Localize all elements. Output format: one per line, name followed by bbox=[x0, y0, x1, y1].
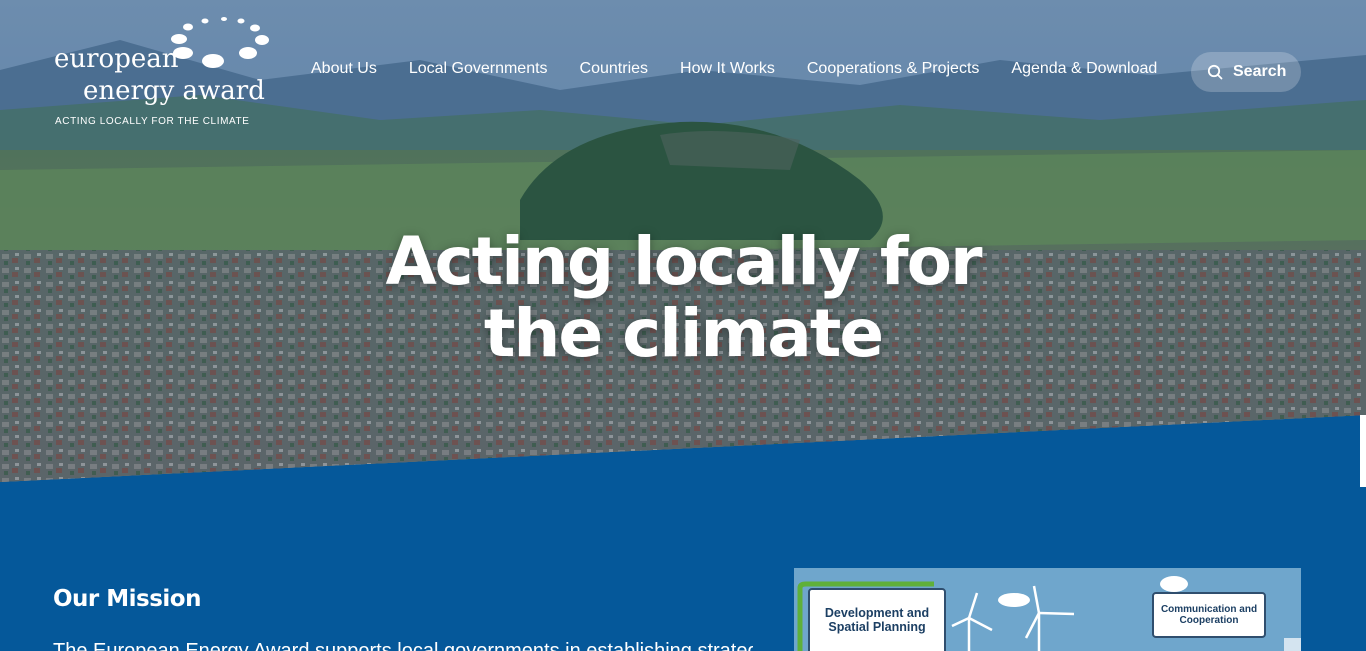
hero-title: Acting locally for the climate bbox=[333, 226, 1033, 370]
site-logo[interactable]: european energy award ACTING LOCALLY FOR… bbox=[53, 14, 283, 134]
search-icon bbox=[1207, 64, 1223, 80]
mission-infographic: Development and Spatial Planning Communi… bbox=[794, 568, 1301, 651]
search-label: Search bbox=[1233, 63, 1287, 80]
nav-item-local-governments[interactable]: Local Governments bbox=[409, 60, 548, 78]
nav-item-how-it-works[interactable]: How It Works bbox=[680, 60, 775, 78]
nav-item-agenda-download[interactable]: Agenda & Download bbox=[1011, 60, 1157, 78]
hero-section: european energy award ACTING LOCALLY FOR… bbox=[0, 0, 1366, 482]
logo-dots-icon bbox=[171, 17, 269, 68]
logo-text-line1: european bbox=[54, 44, 179, 74]
nav-item-about-us[interactable]: About Us bbox=[311, 60, 377, 78]
hero-title-line1: Acting locally for bbox=[385, 223, 982, 300]
infographic-box-communication: Communication and Cooperation bbox=[1152, 592, 1266, 638]
mission-text: The European Energy Award supports local… bbox=[53, 640, 753, 651]
nav-item-cooperations-projects[interactable]: Cooperations & Projects bbox=[807, 60, 980, 78]
infographic-box-development: Development and Spatial Planning bbox=[808, 588, 946, 651]
search-button[interactable]: Search bbox=[1191, 52, 1301, 92]
scrollbar-edge bbox=[1360, 415, 1366, 487]
main-navigation: About Us Local Governments Countries How… bbox=[311, 60, 1157, 78]
mission-title: Our Mission bbox=[53, 586, 202, 612]
hero-title-line2: the climate bbox=[483, 295, 884, 372]
logo-tagline: ACTING LOCALLY FOR THE CLIMATE bbox=[55, 116, 250, 127]
nav-item-countries[interactable]: Countries bbox=[580, 60, 648, 78]
logo-text-line2: energy award bbox=[83, 76, 265, 106]
